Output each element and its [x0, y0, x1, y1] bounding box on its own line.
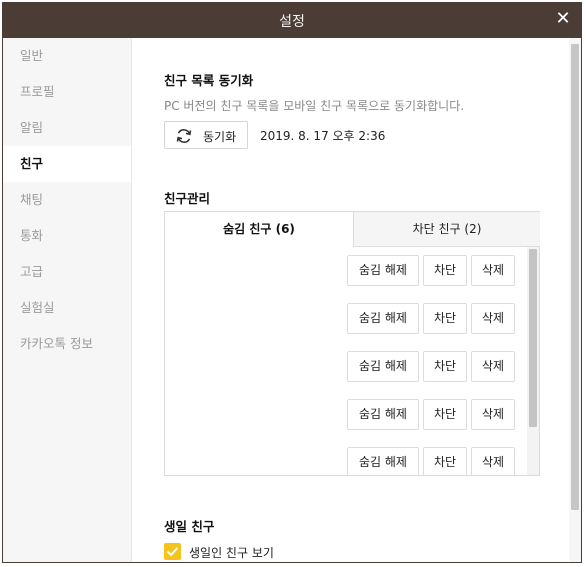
unhide-button[interactable]: 숨김 해제 [347, 447, 419, 475]
friend-mgmt-title: 친구관리 [164, 191, 211, 206]
sync-section-title: 친구 목록 동기화 [164, 73, 254, 88]
block-button[interactable]: 차단 [423, 351, 467, 382]
delete-button[interactable]: 삭제 [471, 255, 515, 286]
list-item: 숨김 해제 차단 삭제 [165, 303, 527, 335]
sidebar-item-profile[interactable]: 프로필 [3, 74, 131, 110]
checkmark-icon [166, 547, 179, 557]
birthday-checkbox[interactable] [164, 543, 181, 560]
sync-button[interactable]: 동기화 [164, 121, 248, 149]
delete-button[interactable]: 삭제 [471, 447, 515, 475]
sync-description: PC 버전의 친구 목록을 모바일 친구 목록으로 동기화합니다. [164, 99, 465, 113]
main-scrollbar-thumb[interactable] [571, 44, 579, 510]
tab-hidden-friends[interactable]: 숨김 친구 (6) [165, 212, 353, 247]
block-button[interactable]: 차단 [423, 399, 467, 430]
sidebar-item-friends[interactable]: 친구 [3, 146, 131, 182]
block-button[interactable]: 차단 [423, 303, 467, 334]
sidebar-item-about[interactable]: 카카오톡 정보 [3, 326, 131, 362]
sync-button-label: 동기화 [203, 130, 237, 144]
unhide-button[interactable]: 숨김 해제 [347, 255, 419, 286]
hidden-friends-list: 숨김 해제 차단 삭제 숨김 해제 차단 삭제 숨김 해제 차단 삭제 숨김 해제 차단 삭제 숨김 해… [165, 247, 527, 475]
sidebar-item-notifications[interactable]: 알림 [3, 110, 131, 146]
unhide-button[interactable]: 숨김 해제 [347, 303, 419, 334]
sidebar-item-chat[interactable]: 채팅 [3, 182, 131, 218]
unhide-button[interactable]: 숨김 해제 [347, 351, 419, 382]
unhide-button[interactable]: 숨김 해제 [347, 399, 419, 430]
main-scrollbar[interactable] [569, 38, 581, 562]
list-scrollbar-thumb[interactable] [529, 249, 537, 427]
sidebar-item-advanced[interactable]: 고급 [3, 254, 131, 290]
block-button[interactable]: 차단 [423, 447, 467, 475]
list-scrollbar[interactable] [527, 247, 539, 475]
settings-window: 설정 ✕ 일반 프로필 알림 친구 채팅 통화 고급 실험실 카카오톡 정보 친… [2, 2, 582, 563]
delete-button[interactable]: 삭제 [471, 303, 515, 334]
title-bar: 설정 ✕ [3, 3, 581, 38]
tab-blocked-friends[interactable]: 차단 친구 (2) [353, 212, 540, 247]
block-button[interactable]: 차단 [423, 255, 467, 286]
birthday-section-title: 생일 친구 [164, 519, 215, 534]
last-sync-time: 2019. 8. 17 오후 2:36 [260, 129, 386, 143]
refresh-icon [176, 129, 192, 143]
sidebar-item-call[interactable]: 통화 [3, 218, 131, 254]
settings-content: 친구 목록 동기화 PC 버전의 친구 목록을 모바일 친구 목록으로 동기화합… [133, 38, 569, 562]
birthday-checkbox-label: 생일인 친구 보기 [189, 546, 274, 560]
sidebar-item-lab[interactable]: 실험실 [3, 290, 131, 326]
window-title: 설정 [279, 14, 305, 30]
list-item: 숨김 해제 차단 삭제 [165, 255, 527, 287]
list-item: 숨김 해제 차단 삭제 [165, 447, 527, 475]
sidebar-item-general[interactable]: 일반 [3, 38, 131, 74]
delete-button[interactable]: 삭제 [471, 399, 515, 430]
close-icon[interactable]: ✕ [555, 10, 571, 28]
list-item: 숨김 해제 차단 삭제 [165, 399, 527, 431]
list-item: 숨김 해제 차단 삭제 [165, 351, 527, 383]
sidebar: 일반 프로필 알림 친구 채팅 통화 고급 실험실 카카오톡 정보 [3, 38, 132, 562]
delete-button[interactable]: 삭제 [471, 351, 515, 382]
friend-mgmt-panel: 숨김 친구 (6) 차단 친구 (2) 숨김 해제 차단 삭제 숨김 해제 차단 삭제 숨김… [164, 211, 540, 476]
